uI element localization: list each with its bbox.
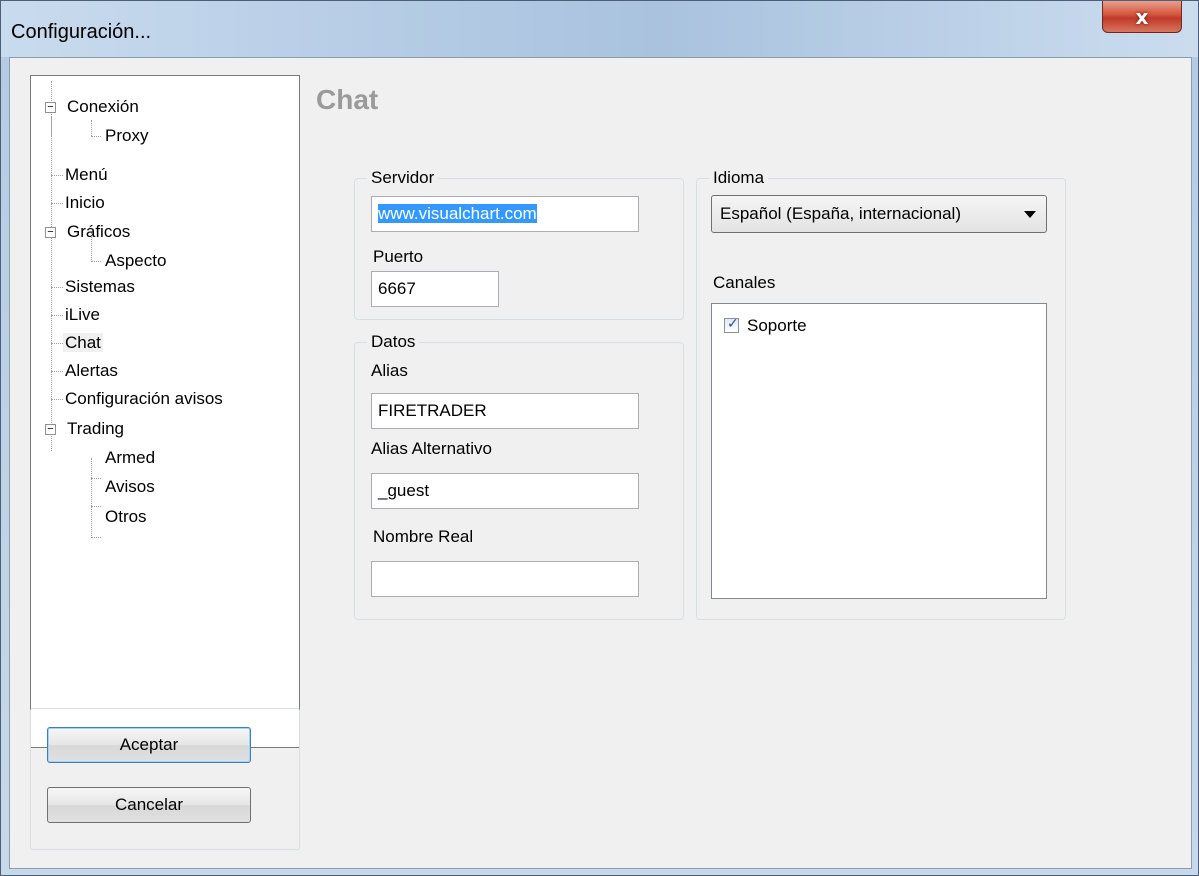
tree-item-sistemas[interactable]: Sistemas [63,274,137,300]
tree-item-label: Configuración avisos [65,389,223,408]
port-label: Puerto [373,247,424,266]
tree-item-label: Trading [67,419,125,438]
datos-legend: Datos [367,331,420,353]
channels-label: Canales [713,273,776,292]
tree-item-label: Conexión [67,97,139,116]
tree-connector [51,315,63,316]
channel-item-soporte[interactable]: ✓ Soporte [724,316,807,336]
alias-label: Alias [371,361,408,380]
checkmark-icon: ✓ [727,316,739,332]
tree-item-avisos[interactable]: Avisos [103,474,157,500]
tree-connector [51,175,63,176]
window-title: Configuración... [11,21,152,43]
tree-connector [91,261,101,262]
tree-connector [51,203,63,204]
settings-tree[interactable]: − Conexión Proxy Menú Inicio − Gráficos … [30,75,300,748]
tree-item-label: Otros [105,507,147,526]
dialog-client-area: − Conexión Proxy Menú Inicio − Gráficos … [9,57,1192,869]
checkbox[interactable]: ✓ [724,316,739,333]
alt-alias-input[interactable]: _guest [371,473,639,509]
tree-connector [51,371,63,372]
close-icon: x [1135,4,1149,29]
real-name-label: Nombre Real [373,527,474,546]
tree-connector [91,478,101,479]
tree-connector [91,120,92,136]
tree-connector [91,506,101,507]
tree-item-alertas[interactable]: Alertas [63,358,120,384]
collapse-icon[interactable]: − [45,102,56,113]
idioma-legend: Idioma [709,167,769,189]
tree-connector [51,399,63,400]
collapse-icon[interactable]: − [45,424,56,435]
channels-list[interactable]: ✓ Soporte [711,303,1047,599]
tree-item-configuracion-avisos[interactable]: Configuración avisos [63,386,225,412]
tree-item-label: Gráficos [67,222,131,241]
real-name-input[interactable] [371,561,639,597]
language-selected: Español (España, internacional) [720,204,961,223]
tree-item-aspecto[interactable]: Aspecto [103,248,168,274]
tree-connector [51,81,52,451]
close-button[interactable]: x [1102,1,1182,33]
tree-item-label: Chat [63,333,103,352]
tree-item-menu[interactable]: Menú [63,162,110,188]
tree-item-label: Menú [65,165,108,184]
tree-item-armed[interactable]: Armed [103,445,157,471]
servidor-group: Servidor www.visualchart.com Puerto 6667 [354,167,684,320]
tree-item-conexion[interactable]: − Conexión [45,94,141,120]
configuration-window: Configuración... x − Conexión Proxy Menú… [0,0,1199,876]
tree-connector [51,287,63,288]
alt-alias-label: Alias Alternativo [371,439,492,458]
tree-item-label: Aspecto [105,251,167,270]
datos-group: Datos Alias FIRETRADER Alias Alternativo… [354,331,684,620]
tree-item-proxy[interactable]: Proxy [103,123,150,149]
tree-item-label: Armed [105,448,156,467]
tree-connector [91,537,101,538]
tree-connector [91,136,101,137]
alias-input[interactable]: FIRETRADER [371,393,639,429]
accept-button[interactable]: Aceptar [47,727,251,763]
collapse-icon[interactable]: − [45,227,56,238]
language-dropdown[interactable]: Español (España, internacional) [711,195,1047,233]
tree-item-label: Sistemas [65,277,135,296]
tree-item-label: Avisos [105,477,155,496]
title-bar[interactable]: Configuración... x [1,1,1198,57]
chevron-down-icon [1024,211,1036,218]
tree-item-ilive[interactable]: iLive [63,302,102,328]
tree-item-label: iLive [65,305,100,324]
tree-connector [91,458,92,538]
tree-item-graficos[interactable]: − Gráficos [45,219,132,245]
tree-item-chat[interactable]: Chat [63,330,103,356]
button-panel: Aceptar Cancelar [30,708,300,850]
tree-item-label: Inicio [65,193,105,212]
tree-item-otros[interactable]: Otros [103,504,149,530]
tree-item-label: Proxy [105,126,149,145]
servidor-legend: Servidor [367,167,439,189]
server-host-input[interactable]: www.visualchart.com [371,196,639,232]
tree-item-trading[interactable]: − Trading [45,416,126,442]
channel-label: Soporte [747,316,807,335]
cancel-button[interactable]: Cancelar [47,787,251,823]
idioma-group: Idioma Español (España, internacional) C… [696,167,1066,620]
tree-item-label: Alertas [65,361,118,380]
port-input[interactable]: 6667 [371,271,499,307]
page-title: Chat [316,84,379,115]
tree-item-inicio[interactable]: Inicio [63,190,107,216]
server-host-value: www.visualchart.com [378,204,537,223]
tree-connector [51,343,63,344]
